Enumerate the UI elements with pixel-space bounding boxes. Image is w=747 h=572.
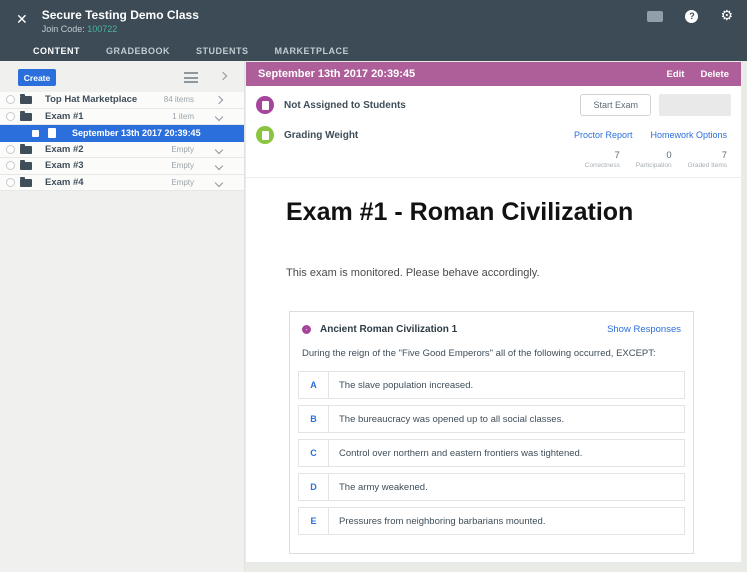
grading-weight-row: Grading Weight Proctor Report Homework O… xyxy=(246,122,741,146)
show-responses-link[interactable]: Show Responses xyxy=(607,324,681,335)
exam-title: Exam #1 - Roman Civilization xyxy=(286,198,634,226)
answer-option-a[interactable]: A The slave population increased. xyxy=(298,371,685,399)
create-button[interactable]: Create xyxy=(18,69,56,86)
option-letter: C xyxy=(299,440,329,466)
question-card: Ancient Roman Civilization 1 Show Respon… xyxy=(289,311,694,554)
option-letter: D xyxy=(299,474,329,500)
sidebar-item-exam1[interactable]: Exam #1 1 item xyxy=(0,108,244,125)
grading-weight-icon xyxy=(256,126,274,144)
class-title-block: Secure Testing Demo Class Join Code: 100… xyxy=(41,8,199,35)
sidebar-item-exam3[interactable]: Exam #3 Empty xyxy=(0,158,244,175)
option-letter: B xyxy=(299,406,329,432)
stat-label: Participation xyxy=(635,162,672,169)
join-code-value: 100722 xyxy=(87,24,118,34)
question-prompt: During the reign of the "Five Good Emper… xyxy=(302,348,656,359)
exam-body: Exam #1 - Roman Civilization This exam i… xyxy=(246,178,741,554)
chevron-right-icon[interactable] xyxy=(214,95,224,105)
exam-detail-panel: September 13th 2017 20:39:45 Edit Delete… xyxy=(246,62,741,562)
list-view-icon[interactable] xyxy=(184,72,198,83)
item-label: Exam #3 xyxy=(45,160,84,172)
sidebar-item-exam2[interactable]: Exam #2 Empty xyxy=(0,141,244,158)
option-text: Pressures from neighboring barbarians mo… xyxy=(339,515,546,527)
item-label: Exam #4 xyxy=(45,176,84,188)
disabled-action-button xyxy=(659,94,731,116)
answer-option-d[interactable]: D The army weakened. xyxy=(298,473,685,501)
option-text: Control over northern and eastern fronti… xyxy=(339,447,583,459)
sidebar-item-september-exam[interactable]: September 13th 2017 20:39:45 xyxy=(0,125,244,142)
multiple-choice-icon xyxy=(302,325,311,334)
stat-participation: 0 Participation xyxy=(636,150,672,169)
stats-row: 7 Correctness 0 Participation 7 Graded I… xyxy=(246,146,741,178)
item-count: 1 item xyxy=(172,111,194,121)
checkbox[interactable] xyxy=(6,144,15,154)
sidebar-item-exam4[interactable]: Exam #4 Empty xyxy=(0,174,244,191)
stat-value: 7 xyxy=(721,150,727,161)
folder-icon xyxy=(20,94,32,104)
class-title: Secure Testing Demo Class xyxy=(41,8,199,22)
close-icon[interactable]: ✕ xyxy=(16,12,28,28)
chevron-down-icon[interactable] xyxy=(214,178,224,187)
stat-value: 7 xyxy=(614,150,620,161)
collapse-sidebar-icon[interactable] xyxy=(218,71,228,81)
exam-header-title: September 13th 2017 20:39:45 xyxy=(258,68,416,80)
question-title: Ancient Roman Civilization 1 xyxy=(320,324,458,335)
chevron-down-icon[interactable] xyxy=(214,145,224,154)
chevron-down-icon[interactable] xyxy=(214,161,224,171)
topbar: ✕ Secure Testing Demo Class Join Code: 1… xyxy=(0,0,747,66)
assignment-status-icon xyxy=(256,96,274,114)
assignment-status-label: Not Assigned to Students xyxy=(284,99,406,111)
checkbox[interactable] xyxy=(6,95,15,105)
message-icon[interactable] xyxy=(647,11,664,22)
item-label: Exam #1 xyxy=(45,110,84,122)
answer-option-e[interactable]: E Pressures from neighboring barbarians … xyxy=(298,507,685,535)
stat-correctness: 7 Correctness xyxy=(585,150,620,169)
checkbox[interactable] xyxy=(6,161,15,171)
proctor-report-link[interactable]: Proctor Report xyxy=(574,130,633,140)
edit-button[interactable]: Edit xyxy=(667,69,685,80)
exam-doc-icon xyxy=(48,128,56,138)
item-count: 84 items xyxy=(163,95,194,105)
stat-label: Correctness xyxy=(584,162,620,169)
content-sidebar: Create Top Hat Marketplace 84 items Exam… xyxy=(0,61,245,572)
stat-label: Graded Items xyxy=(687,162,727,169)
answer-option-b[interactable]: B The bureaucracy was opened up to all s… xyxy=(298,405,685,433)
item-count: Empty xyxy=(171,144,194,154)
answer-option-c[interactable]: C Control over northern and eastern fron… xyxy=(298,439,685,467)
item-label: Top Hat Marketplace xyxy=(45,94,138,106)
option-letter: E xyxy=(299,508,329,534)
stat-value: 0 xyxy=(666,150,672,161)
folder-icon xyxy=(20,176,32,187)
chevron-down-icon[interactable] xyxy=(214,112,224,121)
checkbox-checked[interactable] xyxy=(32,130,39,137)
gear-icon[interactable]: ⚙ xyxy=(720,9,733,23)
option-text: The army weakened. xyxy=(339,481,428,493)
folder-icon xyxy=(20,143,32,154)
folder-icon xyxy=(20,160,32,170)
sidebar-item-marketplace[interactable]: Top Hat Marketplace 84 items xyxy=(0,92,244,109)
homework-options-link[interactable]: Homework Options xyxy=(650,130,727,140)
item-count: Empty xyxy=(171,177,194,187)
grading-weight-label: Grading Weight xyxy=(284,129,359,141)
exam-notice: This exam is monitored. Please behave ac… xyxy=(286,267,540,279)
assignment-status-row: Not Assigned to Students Start Exam xyxy=(246,86,741,122)
item-count: Empty xyxy=(171,161,194,171)
option-text: The slave population increased. xyxy=(339,379,474,391)
start-exam-button[interactable]: Start Exam xyxy=(580,94,651,116)
item-label: September 13th 2017 20:39:45 xyxy=(72,127,201,138)
join-code-label: Join Code: xyxy=(41,24,85,34)
stat-graded-items: 7 Graded Items xyxy=(688,150,727,169)
delete-button[interactable]: Delete xyxy=(700,69,729,80)
help-icon[interactable]: ? xyxy=(685,10,699,23)
checkbox[interactable] xyxy=(6,177,15,187)
option-text: The bureaucracy was opened up to all soc… xyxy=(339,413,564,425)
option-letter: A xyxy=(299,372,329,398)
join-code-line: Join Code: 100722 xyxy=(42,24,199,34)
folder-icon xyxy=(20,110,32,121)
exam-header-bar: September 13th 2017 20:39:45 Edit Delete xyxy=(246,62,741,86)
item-label: Exam #2 xyxy=(45,143,84,155)
checkbox[interactable] xyxy=(6,111,15,121)
